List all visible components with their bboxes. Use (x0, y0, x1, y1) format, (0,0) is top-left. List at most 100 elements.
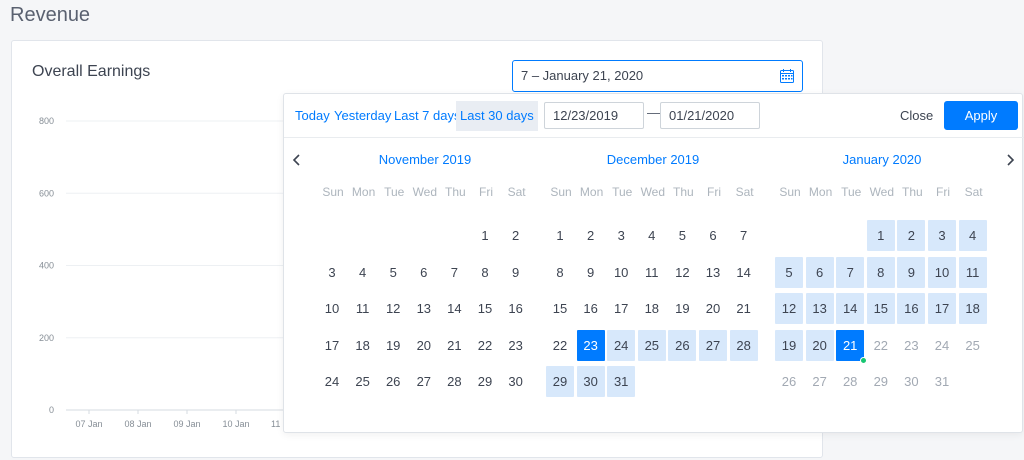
calendar-day[interactable]: 7 (440, 257, 468, 288)
calendar-day[interactable]: 19 (379, 330, 407, 361)
calendar-day[interactable]: 22 (546, 330, 574, 361)
calendar-day[interactable]: 4 (958, 220, 987, 251)
calendar-day[interactable]: 24 (318, 366, 346, 397)
calendar-day[interactable]: 10 (318, 293, 346, 324)
calendar-day[interactable]: 18 (349, 330, 377, 361)
calendar-day[interactable]: 29 (546, 366, 574, 397)
calendar-day[interactable]: 23 (502, 330, 530, 361)
calendar-day[interactable]: 6 (699, 220, 727, 251)
calendar-day[interactable]: 5 (775, 256, 803, 288)
calendar-day[interactable]: 9 (897, 256, 926, 288)
calendar-day[interactable]: 11 (958, 256, 987, 288)
calendar-day[interactable]: 13 (699, 257, 727, 288)
calendar-day[interactable]: 20 (410, 330, 438, 361)
calendar-day[interactable]: 5 (668, 220, 696, 251)
calendar-day[interactable]: 25 (349, 366, 377, 397)
chevron-right-icon[interactable] (1005, 154, 1015, 166)
range-start-input[interactable]: 12/23/2019 (544, 102, 644, 129)
calendar-day[interactable]: 8 (866, 256, 895, 288)
calendar-day[interactable]: 23 (576, 329, 605, 361)
calendar-day[interactable]: 23 (897, 330, 925, 361)
calendar-day[interactable]: 30 (897, 366, 925, 397)
calendar-day[interactable]: 27 (410, 366, 438, 397)
calendar-day[interactable]: 26 (379, 366, 407, 397)
calendar-day[interactable]: 25 (959, 330, 987, 361)
calendar-day[interactable]: 27 (699, 329, 727, 361)
calendar-day[interactable]: 21 (836, 329, 868, 364)
calendar-day[interactable]: 18 (958, 293, 987, 324)
preset-yesterday[interactable]: Yesterday (331, 101, 394, 131)
calendar-day[interactable]: 31 (928, 366, 956, 397)
preset-last-7-days[interactable]: Last 7 days (391, 101, 464, 131)
calendar-day[interactable]: 5 (379, 257, 407, 288)
calendar-day[interactable]: 12 (668, 257, 696, 288)
calendar-day[interactable]: 9 (502, 257, 530, 288)
calendar-day[interactable]: 6 (410, 257, 438, 288)
range-end-input[interactable]: 01/21/2020 (660, 102, 760, 129)
calendar-day[interactable]: 16 (502, 293, 530, 324)
calendar-day[interactable]: 17 (318, 330, 346, 361)
calendar-day[interactable]: 7 (836, 256, 865, 288)
calendar-day[interactable]: 3 (928, 220, 956, 251)
calendar-day[interactable]: 2 (502, 220, 530, 251)
preset-last-30-days[interactable]: Last 30 days (456, 101, 538, 131)
calendar-day[interactable]: 20 (805, 329, 834, 361)
calendar-day[interactable]: 1 (546, 220, 574, 251)
calendar-day[interactable]: 15 (546, 293, 574, 324)
calendar-day[interactable]: 10 (607, 257, 635, 288)
calendar-day[interactable]: 12 (775, 293, 803, 324)
calendar-day[interactable]: 20 (699, 293, 727, 324)
calendar-day[interactable]: 21 (730, 293, 758, 324)
calendar-day[interactable]: 13 (805, 293, 834, 324)
calendar-day[interactable]: 8 (546, 257, 574, 288)
calendar-day[interactable]: 30 (502, 366, 530, 397)
calendar-day[interactable]: 30 (576, 366, 605, 397)
calendar-day[interactable]: 2 (897, 220, 926, 251)
calendar-day[interactable]: 15 (471, 293, 499, 324)
calendar-day[interactable]: 17 (928, 293, 956, 324)
calendar-day[interactable]: 28 (836, 366, 864, 397)
calendar-day[interactable]: 2 (577, 220, 605, 251)
calendar-day[interactable]: 28 (440, 366, 468, 397)
calendar-day[interactable]: 29 (867, 366, 895, 397)
calendar-day[interactable]: 11 (638, 257, 666, 288)
calendar-day[interactable]: 14 (836, 293, 865, 324)
calendar-day[interactable]: 6 (805, 256, 834, 288)
calendar-day[interactable]: 16 (897, 293, 926, 324)
calendar-day[interactable]: 12 (379, 293, 407, 324)
calendar-day[interactable]: 21 (440, 330, 468, 361)
calendar-day[interactable]: 19 (775, 329, 803, 361)
calendar-day[interactable]: 28 (729, 329, 758, 361)
calendar-day[interactable]: 22 (867, 330, 895, 361)
calendar-day[interactable]: 17 (607, 293, 635, 324)
calendar-day[interactable]: 14 (440, 293, 468, 324)
calendar-day[interactable]: 4 (349, 257, 377, 288)
calendar-day[interactable]: 9 (577, 257, 605, 288)
calendar-day[interactable]: 4 (638, 220, 666, 251)
calendar-day[interactable]: 8 (471, 257, 499, 288)
calendar-day[interactable]: 18 (638, 293, 666, 324)
calendar-day[interactable]: 26 (775, 366, 803, 397)
calendar-icon[interactable] (780, 69, 794, 83)
calendar-day[interactable]: 24 (607, 329, 636, 361)
calendar-day[interactable]: 15 (866, 293, 895, 324)
calendar-day[interactable]: 7 (730, 220, 758, 251)
calendar-day[interactable]: 3 (318, 257, 346, 288)
calendar-day[interactable]: 31 (607, 366, 636, 397)
calendar-day[interactable]: 1 (866, 220, 895, 251)
chevron-left-icon[interactable] (292, 154, 302, 166)
calendar-day[interactable]: 1 (471, 220, 499, 251)
calendar-day[interactable]: 11 (349, 293, 377, 324)
calendar-day[interactable]: 13 (410, 293, 438, 324)
calendar-day[interactable]: 25 (637, 329, 666, 361)
calendar-day[interactable]: 3 (607, 220, 635, 251)
preset-today[interactable]: Today (292, 101, 333, 131)
calendar-day[interactable]: 16 (577, 293, 605, 324)
calendar-day[interactable]: 14 (730, 257, 758, 288)
date-range-input[interactable]: 7 – January 21, 2020 (512, 60, 803, 92)
calendar-day[interactable]: 29 (471, 366, 499, 397)
calendar-day[interactable]: 22 (471, 330, 499, 361)
calendar-day[interactable]: 27 (806, 366, 834, 397)
apply-button[interactable]: Apply (944, 101, 1018, 130)
calendar-day[interactable]: 19 (668, 293, 696, 324)
